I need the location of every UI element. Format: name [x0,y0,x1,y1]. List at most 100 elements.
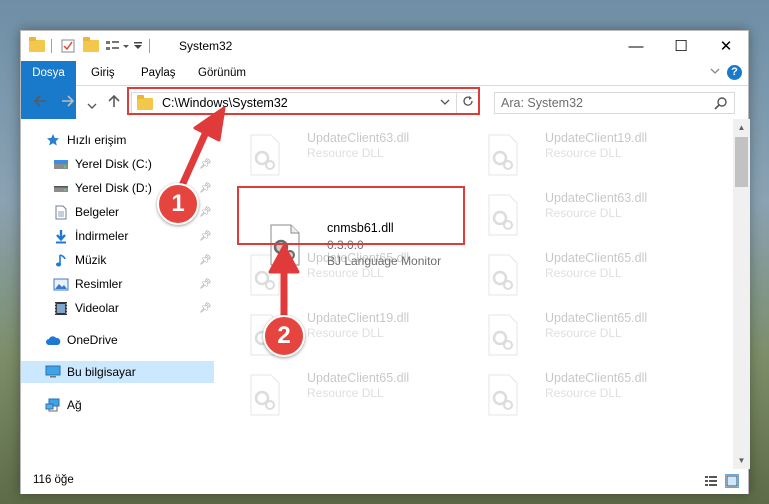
list-item[interactable]: UpdateClient65.dll Resource DLL [241,369,467,427]
dll-file-icon [250,374,280,416]
sidebar-item-local-disk-c[interactable]: Yerel Disk (C:) 📌︎ [21,153,214,175]
sidebar-item-network[interactable]: Ağ [21,394,214,416]
close-button[interactable]: ✕ [703,31,749,61]
computer-icon [45,364,61,380]
pin-icon[interactable]: 📌︎ [199,231,212,242]
list-item[interactable]: UpdateClient19.dll Resource DLL [479,129,705,187]
search-input[interactable] [501,95,701,111]
tab-share[interactable]: Paylaş [141,61,176,86]
list-item[interactable]: UpdateClient63.dll Resource DLL [241,129,467,187]
step-2-badge: 2 [263,315,305,357]
pin-icon[interactable]: 📌︎ [199,303,212,314]
address-highlight-box [127,87,480,115]
downloads-icon [53,228,69,244]
sidebar-item-label: Ağ [67,398,82,412]
minimize-button[interactable]: — [613,31,659,61]
dll-file-icon [488,134,518,176]
file-name: UpdateClient63.dll [545,191,648,205]
pin-icon[interactable]: 📌︎ [199,207,212,218]
file-type: Resource DLL [545,146,622,160]
videos-icon [53,300,69,316]
title-bar: System32 — ☐ ✕ [21,31,748,61]
maximize-button[interactable]: ☐ [658,31,704,61]
file-name: UpdateClient19.dll [545,131,648,145]
sidebar-item-label: OneDrive [67,333,118,347]
scroll-up-arrow-icon[interactable]: ▲ [733,119,750,136]
file-type: Resource DLL [545,206,622,220]
ribbon-tabs: Dosya Giriş Paylaş Görünüm ? [21,61,748,119]
file-name: UpdateClient65.dll [545,311,648,325]
sidebar-item-label: Yerel Disk (D:) [75,181,152,195]
step-1-badge: 1 [157,183,199,225]
file-list: UpdateClient63.dll Resource DLL UpdateCl… [221,119,733,469]
file-type: Resource DLL [307,386,384,400]
new-folder-icon[interactable] [83,37,99,54]
tab-home[interactable]: Giriş [91,61,115,86]
dll-file-icon [488,314,518,356]
pin-icon[interactable]: 📌︎ [199,279,212,290]
pictures-icon [53,276,69,292]
status-bar: 116 öğe [21,469,748,494]
details-view-icon[interactable] [704,474,718,488]
sidebar-item-this-pc[interactable]: Bu bilgisayar [21,361,214,383]
scrollbar-thumb[interactable] [735,137,748,187]
recent-locations-button[interactable] [87,97,97,115]
search-icon[interactable] [714,96,728,110]
sidebar-item-label: Bu bilgisayar [67,365,136,379]
dll-file-icon [488,194,518,236]
drive-icon [53,156,69,172]
list-item[interactable]: UpdateClient65.dll Resource DLL [479,369,705,427]
forward-button[interactable] [61,94,75,113]
file-type: Resource DLL [307,146,384,160]
customize-toolbar-icon[interactable] [105,38,129,54]
sidebar-item-downloads[interactable]: İndirmeler 📌︎ [21,225,214,247]
sidebar-item-label: Müzik [75,253,107,267]
sidebar-item-label: Hızlı erişim [67,133,127,147]
pin-icon[interactable]: 📌︎ [199,159,212,170]
sidebar-item-pictures[interactable]: Resimler 📌︎ [21,273,214,295]
list-item[interactable]: UpdateClient65.dll Resource DLL [479,249,705,307]
list-item[interactable]: UpdateClient63.dll Resource DLL [479,189,705,247]
navigation-pane: Hızlı erişim Yerel Disk (C:) 📌︎ Yerel Di… [21,119,214,469]
back-button[interactable] [33,94,47,113]
sidebar-item-label: Resimler [75,277,123,291]
pin-icon[interactable]: 📌︎ [199,183,212,194]
sidebar-item-onedrive[interactable]: OneDrive [21,329,214,351]
file-highlight-box [237,186,465,245]
cloud-icon [45,332,61,348]
sidebar-item-videos[interactable]: Videolar 📌︎ [21,297,214,319]
star-icon [45,132,61,148]
up-button[interactable] [107,94,121,113]
large-icons-view-icon[interactable] [725,474,739,488]
sidebar-item-music[interactable]: Müzik 📌︎ [21,249,214,271]
dll-file-icon [488,254,518,296]
window-title: System32 [179,39,233,53]
network-icon [45,397,61,413]
expand-ribbon-icon[interactable] [709,65,721,80]
file-description: BJ Language Monitor [327,254,442,268]
documents-icon [53,204,69,220]
file-name: UpdateClient63.dll [307,131,410,145]
drive-icon [53,180,69,196]
file-name: UpdateClient65.dll [545,371,648,385]
vertical-scrollbar[interactable]: ▲ ▼ [733,119,750,469]
help-icon[interactable]: ? [727,65,742,80]
tab-view[interactable]: Görünüm [198,61,246,86]
sidebar-item-quick-access[interactable]: Hızlı erişim [21,129,214,151]
chevron-down-icon[interactable] [133,38,143,54]
search-box[interactable] [494,92,735,114]
music-icon [53,252,69,268]
file-name: UpdateClient65.dll [545,251,648,265]
sidebar-item-label: Yerel Disk (C:) [75,157,152,171]
list-item[interactable]: UpdateClient65.dll Resource DLL [479,309,705,367]
properties-icon[interactable] [61,38,75,54]
folder-icon [29,37,45,54]
scroll-down-arrow-icon[interactable]: ▼ [733,452,750,469]
sidebar-item-label: Belgeler [75,205,120,219]
dll-file-icon [488,374,518,416]
file-name: UpdateClient65.dll [307,371,410,385]
file-type: Resource DLL [545,386,622,400]
file-type: Resource DLL [545,326,622,340]
pin-icon[interactable]: 📌︎ [199,255,212,266]
dll-file-icon [250,134,280,176]
